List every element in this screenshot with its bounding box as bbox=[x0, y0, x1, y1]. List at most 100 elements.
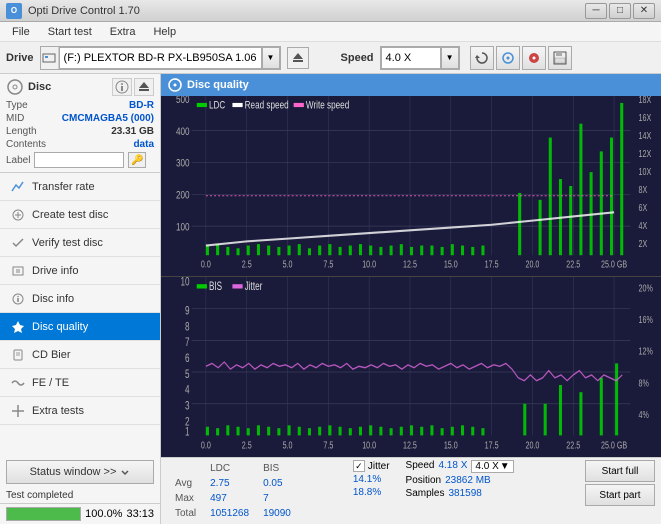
menu-extra[interactable]: Extra bbox=[102, 24, 144, 40]
svg-text:300: 300 bbox=[176, 158, 190, 171]
svg-text:22.5: 22.5 bbox=[566, 259, 580, 270]
speed-selector[interactable]: 4.0 X bbox=[381, 47, 441, 69]
svg-text:9: 9 bbox=[185, 305, 190, 318]
speed-dropdown-arrow-icon: ▼ bbox=[500, 461, 510, 472]
position-label: Position bbox=[406, 475, 442, 486]
status-window-button[interactable]: Status window >> bbox=[6, 460, 154, 484]
disc-label-row: Label 🔑 bbox=[6, 152, 154, 168]
svg-text:BIS: BIS bbox=[209, 281, 222, 294]
disc-length-row: Length 23.31 GB bbox=[6, 126, 154, 137]
svg-text:8: 8 bbox=[185, 321, 190, 334]
refresh-button[interactable] bbox=[470, 46, 494, 70]
nav-disc-quality[interactable]: Disc quality bbox=[0, 313, 160, 341]
top-chart-svg: 500 400 300 200 100 18X 16X 14X 12X 10X … bbox=[161, 96, 661, 276]
svg-text:16%: 16% bbox=[639, 314, 653, 326]
svg-text:1: 1 bbox=[185, 426, 190, 439]
svg-text:20.0: 20.0 bbox=[525, 259, 539, 270]
start-full-button[interactable]: Start full bbox=[585, 460, 655, 482]
drive-selector[interactable]: (F:) PLEXTOR BD-R PX-LB950SA 1.06 bbox=[59, 47, 262, 69]
jitter-label: Jitter bbox=[368, 461, 390, 472]
eject-button[interactable] bbox=[287, 47, 309, 69]
svg-text:25.0 GB: 25.0 GB bbox=[601, 259, 627, 270]
nav-transfer-rate-label: Transfer rate bbox=[32, 181, 95, 193]
drive-dropdown-arrow[interactable]: ▼ bbox=[262, 47, 280, 69]
start-part-button[interactable]: Start part bbox=[585, 484, 655, 506]
nav-fe-te[interactable]: FE / TE bbox=[0, 369, 160, 397]
disc-type-row: Type BD-R bbox=[6, 100, 154, 111]
burn-button[interactable] bbox=[522, 46, 546, 70]
menu-file[interactable]: File bbox=[4, 24, 38, 40]
top-chart: 500 400 300 200 100 18X 16X 14X 12X 10X … bbox=[161, 96, 661, 277]
charts-area: 500 400 300 200 100 18X 16X 14X 12X 10X … bbox=[161, 96, 661, 457]
cd-bier-icon bbox=[10, 347, 26, 363]
menubar: File Start test Extra Help bbox=[0, 22, 661, 42]
svg-text:Jitter: Jitter bbox=[245, 281, 263, 294]
svg-text:18X: 18X bbox=[639, 96, 652, 105]
stats-avg-ldc: 2.75 bbox=[204, 477, 255, 490]
stats-ldc-header: LDC bbox=[204, 462, 255, 475]
create-test-disc-icon bbox=[10, 207, 26, 223]
speed-dropdown-arrow[interactable]: ▼ bbox=[441, 47, 459, 69]
nav-cd-bier[interactable]: CD Bier bbox=[0, 341, 160, 369]
nav-disc-info[interactable]: Disc info bbox=[0, 285, 160, 313]
disc-length-value: 23.31 GB bbox=[111, 126, 154, 137]
disc-header: Disc bbox=[6, 78, 154, 96]
samples-val: 381598 bbox=[448, 488, 481, 499]
stats-jitter-section: ✓ Jitter 14.1% 18.8% bbox=[353, 460, 390, 498]
svg-text:4: 4 bbox=[185, 384, 190, 397]
disc-info-button[interactable] bbox=[112, 78, 132, 96]
progress-percent: 100.0% bbox=[85, 508, 122, 520]
nav-transfer-rate[interactable]: Transfer rate bbox=[0, 173, 160, 201]
titlebar-left: O Opti Drive Control 1.70 bbox=[6, 3, 140, 19]
svg-text:12.5: 12.5 bbox=[403, 259, 417, 270]
drivebar: Drive (F:) PLEXTOR BD-R PX-LB950SA 1.06 … bbox=[0, 42, 661, 74]
disc-eject-button[interactable] bbox=[134, 78, 154, 96]
speed-row-val: 4.18 X bbox=[438, 460, 467, 473]
stats-total-ldc: 1051268 bbox=[204, 507, 255, 520]
svg-text:16X: 16X bbox=[639, 112, 652, 123]
bottom-chart-svg: 10 9 8 7 6 5 4 3 2 1 20% 16% 12% 8% 4% bbox=[161, 277, 661, 457]
chart-title: Disc quality bbox=[187, 79, 249, 91]
jitter-row: ✓ Jitter bbox=[353, 460, 390, 472]
speed-dropdown[interactable]: 4.0 X ▼ bbox=[471, 460, 513, 473]
svg-text:400: 400 bbox=[176, 126, 190, 139]
nav-verify-test-disc[interactable]: Verify test disc bbox=[0, 229, 160, 257]
maximize-button[interactable]: □ bbox=[609, 3, 631, 19]
status-text: Test completed bbox=[0, 488, 160, 503]
nav-create-test-disc-label: Create test disc bbox=[32, 209, 108, 221]
nav-drive-info[interactable]: Drive info bbox=[0, 257, 160, 285]
disc-contents-value: data bbox=[133, 139, 154, 150]
svg-text:10.0: 10.0 bbox=[362, 259, 376, 270]
svg-text:100: 100 bbox=[176, 221, 190, 234]
disc-section: Disc Type BD-R MID CMCMAGBA5 (000) bbox=[0, 74, 160, 173]
disc-label-label: Label bbox=[6, 155, 30, 166]
nav-create-test-disc[interactable]: Create test disc bbox=[0, 201, 160, 229]
drive-label: Drive bbox=[6, 52, 34, 64]
samples-label: Samples bbox=[406, 488, 445, 499]
svg-text:2X: 2X bbox=[639, 238, 648, 249]
jitter-checkbox[interactable]: ✓ bbox=[353, 460, 365, 472]
nav-extra-tests[interactable]: Extra tests bbox=[0, 397, 160, 425]
svg-text:LDC: LDC bbox=[209, 99, 225, 112]
svg-text:7.5: 7.5 bbox=[323, 439, 333, 451]
svg-text:12X: 12X bbox=[639, 148, 652, 159]
disc-button[interactable] bbox=[496, 46, 520, 70]
menu-start-test[interactable]: Start test bbox=[40, 24, 100, 40]
close-button[interactable]: ✕ bbox=[633, 3, 655, 19]
svg-text:15.0: 15.0 bbox=[444, 259, 458, 270]
disc-label-edit-button[interactable]: 🔑 bbox=[128, 152, 146, 168]
svg-text:4X: 4X bbox=[639, 220, 648, 231]
minimize-button[interactable]: ─ bbox=[585, 3, 607, 19]
svg-text:20.0: 20.0 bbox=[525, 439, 539, 451]
disc-label-input[interactable] bbox=[34, 152, 124, 168]
verify-test-disc-icon bbox=[10, 235, 26, 251]
stats-empty-header bbox=[169, 462, 202, 475]
progress-bar-outer bbox=[6, 507, 81, 521]
save-button[interactable] bbox=[548, 46, 572, 70]
drive-icon bbox=[41, 47, 59, 69]
titlebar: O Opti Drive Control 1.70 ─ □ ✕ bbox=[0, 0, 661, 22]
svg-text:7: 7 bbox=[185, 337, 190, 350]
stats-speed-section: Speed 4.18 X 4.0 X ▼ Position 23862 MB S… bbox=[406, 460, 514, 499]
menu-help[interactable]: Help bbox=[145, 24, 184, 40]
status-chevron-icon bbox=[120, 467, 130, 477]
